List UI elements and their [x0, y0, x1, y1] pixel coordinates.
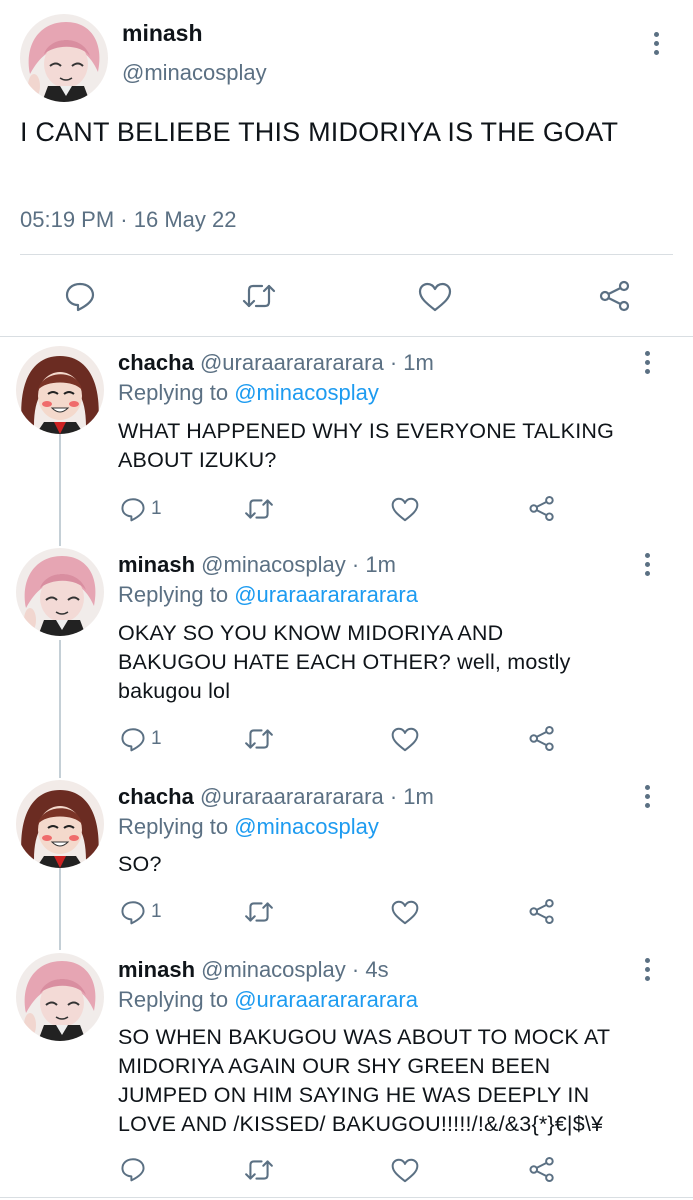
author-name[interactable]: minash — [118, 552, 195, 577]
share-icon[interactable] — [528, 898, 556, 925]
share-icon[interactable] — [528, 725, 556, 752]
separator: · — [389, 784, 398, 809]
reply-header: chacha @uraraararararara · 1m — [118, 784, 434, 810]
reply-text-line: ABOUT IZUKU? — [118, 448, 277, 472]
thread-line — [59, 640, 61, 778]
author-name[interactable]: chacha — [118, 784, 194, 809]
separator: · — [120, 207, 128, 232]
replying-to-label: Replying to — [118, 814, 229, 839]
divider — [20, 254, 673, 255]
replying-to-link[interactable]: @minacosplay — [234, 814, 379, 839]
replying-to: Replying to @uraraararararara — [118, 987, 418, 1013]
share-icon[interactable] — [528, 1156, 556, 1183]
reply-header: minash @minacosplay · 4s — [118, 957, 389, 983]
tweet-timestamp: 05:19 PM · 16 May 22 — [20, 207, 236, 233]
reply-count: 1 — [151, 498, 162, 519]
heart-icon[interactable] — [391, 900, 419, 925]
more-vertical-icon[interactable] — [645, 785, 651, 812]
heart-icon[interactable] — [391, 727, 419, 752]
thread-line — [59, 868, 61, 950]
share-icon[interactable] — [598, 280, 632, 312]
reply-icon[interactable] — [120, 496, 146, 522]
reply-text: OKAY SO YOU KNOW MIDORIYA AND BAKUGOU HA… — [118, 619, 648, 706]
author-handle[interactable]: @uraraararararara — [200, 784, 384, 809]
reply-icon[interactable] — [120, 1156, 146, 1182]
retweet-icon[interactable] — [244, 497, 274, 521]
more-vertical-icon[interactable] — [645, 553, 651, 580]
replying-to: Replying to @uraraararararara — [118, 582, 418, 608]
reply-icon[interactable] — [120, 726, 146, 752]
author-handle[interactable]: @uraraararararara — [200, 350, 384, 375]
reply-header: chacha @uraraararararara · 1m — [118, 350, 434, 376]
heart-icon[interactable] — [391, 497, 419, 522]
author-name[interactable]: chacha — [118, 350, 194, 375]
author-handle[interactable]: @minacosplay — [201, 552, 346, 577]
retweet-icon[interactable] — [244, 727, 274, 751]
reply-text-line: MIDORIYA AGAIN OUR SHY GREEN BEEN — [118, 1054, 551, 1078]
reply-text-line: SO? — [118, 852, 162, 876]
reply-header: minash @minacosplay · 1m — [118, 552, 396, 578]
more-vertical-icon[interactable] — [645, 351, 651, 378]
tweet-time: 05:19 PM — [20, 207, 115, 232]
heart-icon[interactable] — [391, 1158, 419, 1183]
reply-avatar[interactable] — [16, 548, 104, 636]
author-name[interactable]: minash — [122, 20, 203, 47]
reply-text: SO WHEN BAKUGOU WAS ABOUT TO MOCK AT MID… — [118, 1023, 683, 1139]
tweet-text: I CANT BELIEBE THIS MIDORIYA IS THE GOAT — [20, 117, 619, 147]
more-vertical-icon[interactable] — [654, 32, 660, 59]
replying-to-label: Replying to — [118, 582, 229, 607]
separator: · — [351, 957, 360, 982]
reply-time: 1m — [403, 784, 434, 809]
separator: · — [351, 552, 360, 577]
divider — [0, 1197, 693, 1198]
reply-avatar[interactable] — [16, 780, 104, 868]
divider — [0, 336, 693, 337]
replying-to-label: Replying to — [118, 380, 229, 405]
more-vertical-icon[interactable] — [645, 958, 651, 985]
replying-to-link[interactable]: @uraraararararara — [234, 582, 418, 607]
reply-avatar[interactable] — [16, 953, 104, 1041]
reply-text: SO? — [118, 850, 648, 879]
author-handle[interactable]: @minacosplay — [201, 957, 346, 982]
reply-text-line: JUMPED ON HIM SAYING HE WAS DEEPLY IN — [118, 1083, 590, 1107]
author-handle[interactable]: @minacosplay — [122, 60, 267, 86]
reply-time: 1m — [365, 552, 396, 577]
reply-text: WHAT HAPPENED WHY IS EVERYONE TALKING AB… — [118, 417, 648, 475]
separator: · — [389, 350, 398, 375]
main-avatar[interactable] — [20, 14, 108, 102]
reply-time: 4s — [365, 957, 389, 982]
retweet-icon[interactable] — [244, 900, 274, 924]
reply-text-line: LOVE AND /KISSED/ BAKUGOU!!!!!/!&/&3{*}€… — [118, 1112, 604, 1136]
replying-to-label: Replying to — [118, 987, 229, 1012]
replying-to: Replying to @minacosplay — [118, 380, 379, 406]
reply-count: 1 — [151, 901, 162, 922]
reply-text-line: bakugou lol — [118, 679, 231, 703]
replying-to-link[interactable]: @uraraararararara — [234, 987, 418, 1012]
reply-count: 1 — [151, 728, 162, 749]
reply-text-line: WHAT HAPPENED WHY IS EVERYONE TALKING — [118, 419, 615, 443]
author-name[interactable]: minash — [118, 957, 195, 982]
reply-time: 1m — [403, 350, 434, 375]
reply-text-line: BAKUGOU HATE EACH OTHER? well, mostly — [118, 650, 571, 674]
heart-icon[interactable] — [418, 282, 452, 312]
share-icon[interactable] — [528, 495, 556, 522]
reply-icon[interactable] — [120, 899, 146, 925]
reply-icon[interactable] — [64, 280, 96, 312]
reply-text-line: SO WHEN BAKUGOU WAS ABOUT TO MOCK AT — [118, 1025, 611, 1049]
replying-to-link[interactable]: @minacosplay — [234, 380, 379, 405]
retweet-icon[interactable] — [244, 1158, 274, 1182]
retweet-icon[interactable] — [242, 282, 276, 310]
tweet-date: 16 May 22 — [133, 207, 237, 232]
reply-avatar[interactable] — [16, 346, 104, 434]
replying-to: Replying to @minacosplay — [118, 814, 379, 840]
reply-text-line: OKAY SO YOU KNOW MIDORIYA AND — [118, 621, 504, 645]
